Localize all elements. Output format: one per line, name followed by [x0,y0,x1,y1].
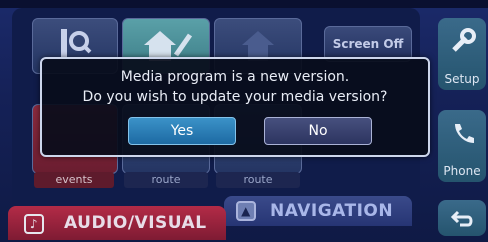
tab-navigation[interactable]: ▲ NAVIGATION [224,196,412,226]
label-route-1: route [124,172,208,188]
label-events: events [34,172,114,188]
tab-navigation-label: NAVIGATION [270,201,394,221]
screen-background: Screen Off events route route Setup Phon… [0,0,488,242]
wrench-icon [452,28,476,52]
phone-button[interactable]: Phone [438,110,486,182]
top-bezel [0,0,488,8]
setup-label: Setup [444,72,480,86]
back-arrow-icon [450,210,473,227]
no-button[interactable]: No [264,117,372,145]
tab-audio-visual-label: AUDIO/VISUAL [64,213,207,233]
update-dialog: Media program is a new version. Do you w… [40,57,430,157]
music-note-icon: ♪ [24,214,44,234]
yes-button[interactable]: Yes [128,117,236,145]
label-route-2: route [216,172,300,188]
dialog-message-line-2: Do you wish to update your media version… [82,89,388,105]
tab-audio-visual[interactable]: ♪ AUDIO/VISUAL [8,206,226,240]
setup-button[interactable]: Setup [438,18,486,90]
phone-icon [455,124,474,143]
phone-label: Phone [443,164,481,178]
navigation-arrow-icon: ▲ [236,201,256,221]
back-button[interactable] [438,200,486,236]
dialog-message-line-1: Media program is a new version. [120,69,350,85]
